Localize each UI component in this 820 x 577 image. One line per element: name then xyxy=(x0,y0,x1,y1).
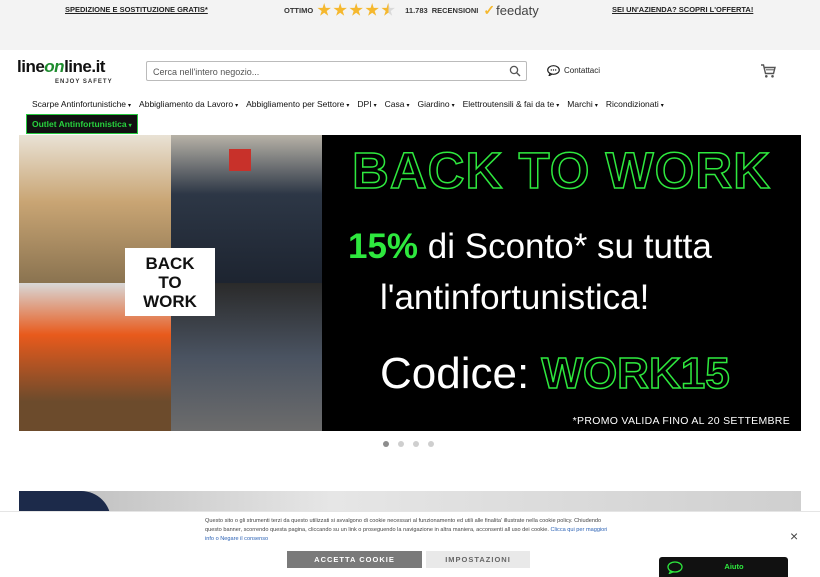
nav-item-elettroutensili[interactable]: Elettroutensili & fai da te ▾ xyxy=(463,96,560,114)
site-logo[interactable]: lineonline.it ENJOY SAFETY xyxy=(17,57,112,85)
free-shipping-link[interactable]: SPEDIZIONE E SOSTITUZIONE GRATIS* xyxy=(65,5,208,14)
contact-label: Contattaci xyxy=(564,66,601,75)
chevron-down-icon: ▾ xyxy=(660,103,664,109)
chevron-down-icon: ▾ xyxy=(594,103,598,109)
chat-icon xyxy=(547,65,560,76)
banner-photo-collage: BACK TO WORK xyxy=(19,135,322,431)
nav-item-outlet[interactable]: Outlet Antinfortunistica ▾ xyxy=(26,114,138,134)
accept-cookie-button[interactable]: ACCETTA COOKIE xyxy=(287,551,422,568)
nav-item-scarpe[interactable]: Scarpe Antinfortunistiche ▾ xyxy=(32,96,131,114)
star-icon xyxy=(365,3,379,16)
carousel-dots xyxy=(383,441,434,447)
banner-promo-text: BACK TO WORK 15% di Sconto* su tutta l'a… xyxy=(322,135,801,431)
nav-item-giardino[interactable]: Giardino ▾ xyxy=(417,96,454,114)
nav-item-abbigliamento-lavoro[interactable]: Abbigliamento da Lavoro ▾ xyxy=(139,96,238,114)
cookie-settings-button[interactable]: IMPOSTAZIONI xyxy=(426,551,530,568)
top-promo-bar: SPEDIZIONE E SOSTITUZIONE GRATIS* OTTIMO… xyxy=(0,0,820,50)
banner-subline: l'antinfortunistica! xyxy=(380,278,650,317)
search-icon[interactable] xyxy=(509,65,521,77)
star-icon xyxy=(349,3,363,16)
help-label: Aiuto xyxy=(724,562,744,571)
carousel-dot[interactable] xyxy=(413,441,419,447)
logo-word-domain: line.it xyxy=(64,57,105,76)
business-offer-link[interactable]: SEI UN'AZIENDA? SCOPRI L'OFFERTA! xyxy=(612,5,753,14)
search-box xyxy=(146,61,527,81)
rating-stars xyxy=(317,3,395,17)
carousel-dot[interactable] xyxy=(428,441,434,447)
nav-item-abbigliamento-settore[interactable]: Abbigliamento per Settore ▾ xyxy=(246,96,349,114)
rating-label: OTTIMO xyxy=(284,5,314,15)
nav-item-ricondizionati[interactable]: Ricondizionati ▾ xyxy=(606,96,664,114)
banner-headline: BACK TO WORK xyxy=(351,141,772,200)
star-icon xyxy=(333,3,347,16)
hero-banner[interactable]: BACK TO WORK BACK TO WORK 15% di Sconto*… xyxy=(19,135,801,431)
feedaty-logo: ✓ feedaty xyxy=(483,2,538,19)
help-chat-button[interactable]: Aiuto xyxy=(659,557,788,577)
chevron-down-icon: ▾ xyxy=(406,103,410,109)
chevron-down-icon: ▾ xyxy=(451,103,455,109)
chevron-down-icon: ▾ xyxy=(128,123,132,129)
logo-tagline: ENJOY SAFETY xyxy=(55,79,113,85)
chevron-down-icon: ▾ xyxy=(235,103,239,109)
feedaty-wordmark: feedaty xyxy=(496,2,539,18)
cookie-text: Questo sito o gli strumenti terzi da que… xyxy=(205,518,608,542)
nav-item-casa[interactable]: Casa ▾ xyxy=(385,96,410,114)
carousel-dot[interactable] xyxy=(383,441,389,447)
nav-item-dpi[interactable]: DPI ▾ xyxy=(357,96,376,114)
reviews-label: RECENSIONI xyxy=(431,5,479,15)
cart-icon[interactable] xyxy=(760,63,776,79)
site-header: lineonline.it ENJOY SAFETY Contattaci xyxy=(0,50,820,94)
promo-code: WORK15 xyxy=(541,348,731,399)
banner-note: *PROMO VALIDA FINO AL 20 SETTEMBRE xyxy=(572,415,790,427)
reviews-count: 11.783 xyxy=(405,5,428,15)
back-to-work-badge: BACK TO WORK xyxy=(125,248,215,316)
star-icon xyxy=(317,3,331,16)
chevron-down-icon: ▾ xyxy=(346,103,350,109)
banner-code: Codice: WORK15 xyxy=(380,348,731,399)
search-input[interactable] xyxy=(147,63,497,81)
banner-discount: 15% di Sconto* su tutta xyxy=(348,227,712,266)
star-half-icon xyxy=(381,3,395,16)
feedaty-rating[interactable]: OTTIMO 11.783 RECENSIONI ✓ feedaty xyxy=(284,1,539,19)
main-nav: Scarpe Antinfortunistiche ▾ Abbigliamento… xyxy=(0,96,820,112)
chevron-down-icon: ▾ xyxy=(556,103,560,109)
logo-word-on: on xyxy=(44,57,65,76)
nav-item-marchi[interactable]: Marchi ▾ xyxy=(567,96,598,114)
chevron-down-icon: ▾ xyxy=(128,103,132,109)
close-icon[interactable]: × xyxy=(790,529,798,543)
carousel-dot[interactable] xyxy=(398,441,404,447)
chevron-down-icon: ▾ xyxy=(373,103,377,109)
contact-link[interactable]: Contattaci xyxy=(547,65,600,76)
feedaty-check-icon: ✓ xyxy=(483,1,496,18)
logo-word-line: line xyxy=(17,57,45,76)
